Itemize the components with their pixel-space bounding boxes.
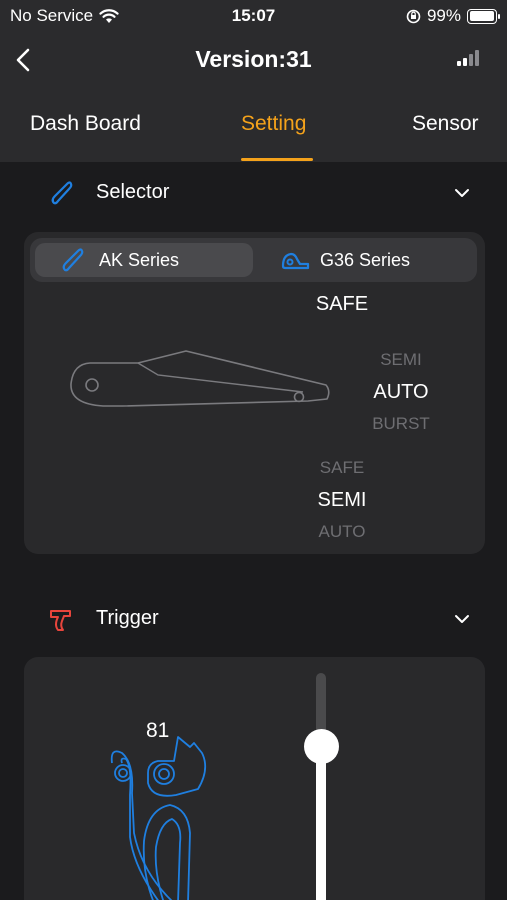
g36-lever-icon <box>281 252 310 270</box>
segment-ak-label: AK Series <box>99 249 180 270</box>
tab-bar: Dash Board Setting Sensor <box>0 90 507 162</box>
trigger-slider-handle[interactable] <box>304 729 339 764</box>
trigger-card <box>24 657 485 900</box>
ak-lever-icon <box>62 248 84 272</box>
tab-dash-board[interactable]: Dash Board <box>30 112 141 136</box>
trigger-slider-fill <box>316 746 326 900</box>
series-segmented-control: AK Series G36 Series <box>30 238 477 282</box>
battery-percent: 99% <box>426 6 461 25</box>
selector-header[interactable]: Selector <box>0 168 507 218</box>
picker-prev: SEMI <box>380 350 422 369</box>
active-tab-indicator <box>241 158 313 161</box>
trigger-mechanism-diagram <box>110 736 207 900</box>
picker-next: AUTO <box>318 522 366 541</box>
trigger-header[interactable]: Trigger <box>0 594 507 644</box>
picker-current: SAFE <box>315 293 369 315</box>
segment-g36-series[interactable]: G36 Series <box>270 243 470 277</box>
trigger-icon <box>50 610 71 631</box>
picker-prev: SAFE <box>319 458 365 477</box>
selector-position-middle-picker[interactable]: SEMI AUTO BURST <box>356 344 446 440</box>
picker-next: BURST <box>372 414 430 433</box>
tab-sensor[interactable]: Sensor <box>412 112 479 136</box>
selector-lever-icon <box>51 181 73 205</box>
selector-title: Selector <box>96 181 170 203</box>
selector-position-top-picker[interactable]: SAFE <box>304 288 380 320</box>
signal-bars-icon <box>457 50 479 66</box>
trigger-title: Trigger <box>96 607 159 629</box>
selector-position-bottom-picker[interactable]: SAFE SEMI AUTO <box>298 452 386 544</box>
picker-current: SEMI <box>317 489 367 511</box>
battery-icon <box>467 8 500 24</box>
segment-g36-label: G36 Series <box>320 249 411 270</box>
picker-current: AUTO <box>373 381 429 403</box>
chevron-down-icon[interactable] <box>453 610 471 628</box>
page-title: Version:31 <box>195 46 312 72</box>
segment-ak-series[interactable]: AK Series <box>35 243 253 277</box>
tab-setting[interactable]: Setting <box>241 112 306 136</box>
status-bar: No Service 15:07 99% <box>0 0 507 32</box>
nav-bar: Version:31 <box>0 32 507 90</box>
status-right: 99% <box>406 6 500 26</box>
orientation-lock-icon <box>406 9 421 23</box>
ak-selector-lever-diagram <box>70 350 330 407</box>
chevron-down-icon[interactable] <box>453 184 471 202</box>
selector-card: AK Series G36 Series SAFE SEMI AUTO BURS… <box>24 232 485 554</box>
